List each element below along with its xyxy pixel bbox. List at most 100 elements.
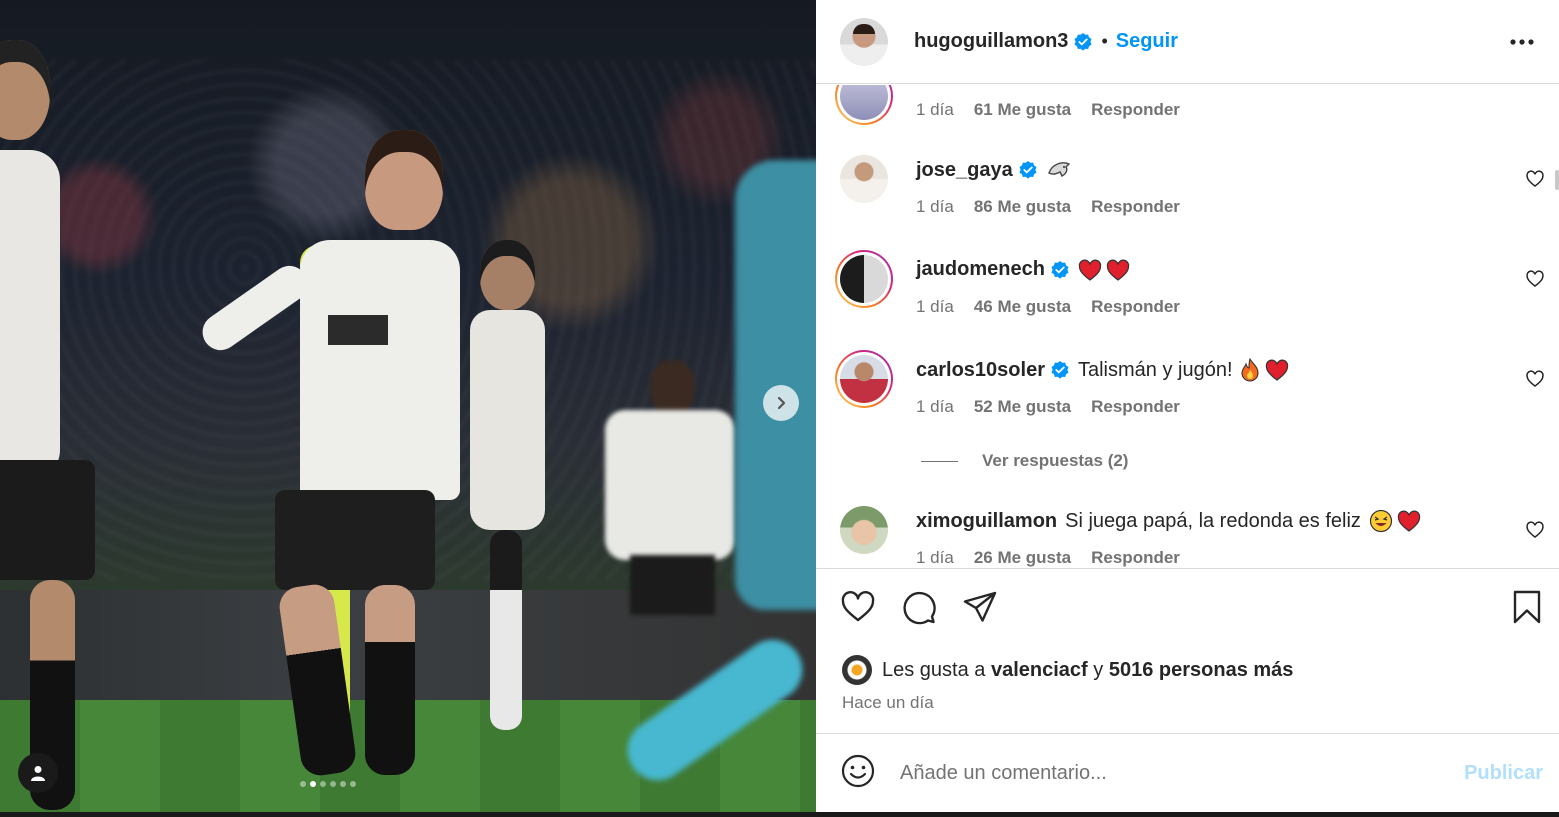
header-separator: •: [1101, 31, 1108, 51]
comment-input[interactable]: [900, 761, 1420, 785]
comment-avatar[interactable]: [835, 350, 893, 408]
post-header: hugoguillamon3 • Seguir: [816, 0, 1559, 84]
comment-line: jose_gaya: [916, 158, 1072, 182]
comment-line: ximoguillamon Si juega papá, la redonda …: [916, 509, 1421, 533]
liker-avatar: [842, 655, 872, 685]
publish-button[interactable]: Publicar: [1464, 762, 1543, 785]
comment-line: carlos10soler Talismán y jugón!: [916, 358, 1289, 382]
verified-badge-icon: [1051, 361, 1069, 379]
comment-reply-button[interactable]: Responder: [1091, 297, 1180, 317]
comment-avatar[interactable]: [835, 250, 893, 308]
carousel-dot: [350, 781, 356, 787]
post-details-panel: hugoguillamon3 • Seguir 1 día 61 Me gust…: [816, 0, 1559, 812]
comment-username[interactable]: jaudomenech: [916, 258, 1045, 281]
comment-reply-button[interactable]: Responder: [1091, 197, 1180, 217]
comment-line: jaudomenech: [916, 258, 1130, 281]
comment-text: Si juega papá, la redonda es feliz: [1065, 509, 1361, 532]
comment-likes[interactable]: 52 Me gusta: [974, 397, 1071, 417]
comment-meta: 1 día 46 Me gusta Responder: [916, 297, 1180, 317]
comment-username[interactable]: carlos10soler: [916, 359, 1045, 382]
comment-icon[interactable]: [901, 589, 937, 625]
foreground-player: [0, 40, 110, 810]
comment-meta: 1 día 52 Me gusta Responder: [916, 397, 1180, 417]
likes-others[interactable]: 5016 personas más: [1109, 659, 1294, 682]
tagged-people-button[interactable]: [18, 753, 58, 793]
view-replies-label: Ver respuestas (2): [982, 451, 1129, 470]
emoji-picker-button[interactable]: [840, 753, 876, 794]
verified-badge-icon: [1074, 32, 1092, 51]
comment-item: carlos10soler Talismán y jugón! 1 día 52…: [816, 350, 1559, 450]
comment-item: jose_gaya 1 día 86 Me gusta Responder: [816, 150, 1559, 250]
comment-item: jaudomenech 1 día 46 Me gusta Responder: [816, 250, 1559, 350]
comment-like-icon[interactable]: [1525, 169, 1545, 189]
save-button[interactable]: [1509, 589, 1545, 630]
comments-list: 1 día 61 Me gusta Responder jose_gaya 1 …: [816, 85, 1559, 568]
carousel-dot: [310, 781, 316, 787]
laughing-face-emoji-icon: [1369, 509, 1392, 533]
comment-avatar[interactable]: [840, 506, 888, 554]
author-username[interactable]: hugoguillamon3: [914, 30, 1068, 53]
opponent-player: [615, 160, 816, 812]
post-actions: Les gusta a valenciacf y 5016 personas m…: [816, 568, 1559, 733]
carousel-dot: [300, 781, 306, 787]
comment-meta: 1 día 61 Me gusta Responder: [916, 100, 1180, 120]
red-heart-emoji-icon: [1106, 259, 1130, 281]
author-avatar[interactable]: [840, 17, 888, 66]
comment-likes[interactable]: 46 Me gusta: [974, 297, 1071, 317]
more-options-icon: [1510, 39, 1534, 45]
post-photo[interactable]: [0, 0, 816, 812]
comment-meta: 1 día 26 Me gusta Responder: [916, 548, 1180, 568]
follow-button[interactable]: Seguir: [1116, 30, 1178, 53]
verified-badge-icon: [1019, 161, 1037, 179]
carousel-dot: [340, 781, 346, 787]
comment-like-icon[interactable]: [1525, 369, 1545, 389]
comment-likes[interactable]: 26 Me gusta: [974, 548, 1071, 568]
comment-like-icon[interactable]: [1525, 520, 1545, 540]
view-replies-button[interactable]: Ver respuestas (2): [921, 451, 1128, 471]
background-player: [605, 360, 735, 710]
comment-age: 1 día: [916, 397, 954, 416]
liker-username[interactable]: valenciacf: [991, 659, 1088, 682]
more-options-button[interactable]: [1507, 27, 1537, 57]
heart-outline-icon[interactable]: [840, 589, 876, 625]
red-heart-emoji-icon: [1265, 359, 1288, 381]
emoji-icon: [841, 754, 875, 787]
likes-summary[interactable]: Les gusta a valenciacf y 5016 personas m…: [842, 655, 1293, 685]
likes-joiner: y: [1093, 658, 1104, 681]
comment-avatar[interactable]: [835, 85, 893, 125]
replies-divider: [921, 460, 958, 462]
red-heart-emoji-icon: [1078, 259, 1102, 281]
share-icon[interactable]: [962, 589, 998, 625]
likes-prefix: Les gusta a: [882, 658, 986, 681]
comment-item: 1 día 61 Me gusta Responder: [816, 85, 1559, 125]
dolphin-emoji-icon: [1047, 162, 1070, 177]
bottom-strip: [0, 812, 1559, 817]
post-timestamp[interactable]: Hace un día: [842, 693, 934, 713]
comment-reply-button[interactable]: Responder: [1091, 397, 1180, 417]
comment-age: 1 día: [916, 297, 954, 316]
next-slide-button[interactable]: [763, 385, 799, 421]
comment-text: Talismán y jugón!: [1077, 358, 1233, 381]
comment-likes[interactable]: 86 Me gusta: [974, 197, 1071, 217]
comment-reply-button[interactable]: Responder: [1091, 100, 1180, 120]
teammate-player: [470, 240, 545, 740]
comment-age: 1 día: [916, 548, 954, 567]
fire-emoji-icon: [1240, 358, 1259, 382]
comment-username[interactable]: jose_gaya: [916, 159, 1013, 182]
verified-badge-icon: [1051, 260, 1069, 279]
comment-item: ximoguillamon Si juega papá, la redonda …: [816, 501, 1559, 568]
comment-username[interactable]: ximoguillamon: [916, 510, 1057, 533]
comment-avatar[interactable]: [840, 155, 888, 203]
comment-reply-button[interactable]: Responder: [1091, 548, 1180, 568]
action-buttons: [840, 589, 998, 625]
comment-composer: Publicar: [816, 733, 1559, 812]
comment-meta: 1 día 86 Me gusta Responder: [916, 197, 1180, 217]
carousel-dot: [330, 781, 336, 787]
comment-like-icon[interactable]: [1525, 269, 1545, 289]
red-heart-emoji-icon: [1397, 510, 1421, 532]
comment-likes[interactable]: 61 Me gusta: [974, 100, 1071, 120]
bookmark-icon: [1513, 590, 1541, 624]
carousel-dots: [300, 781, 356, 787]
main-player: [195, 130, 460, 790]
carousel-dot: [320, 781, 326, 787]
